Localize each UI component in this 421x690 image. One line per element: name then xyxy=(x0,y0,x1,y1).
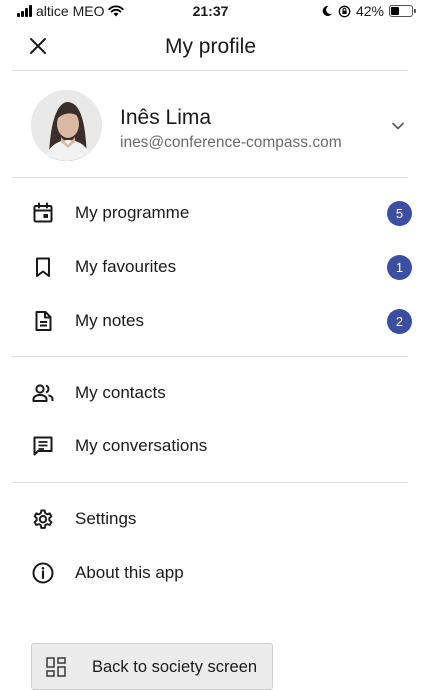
calendar-icon xyxy=(33,202,53,223)
profile-name: Inês Lima xyxy=(120,106,212,129)
divider xyxy=(12,482,408,483)
menu-item-my-conversations[interactable]: My conversations xyxy=(0,426,421,466)
menu-item-label: My notes xyxy=(75,311,144,330)
note-icon xyxy=(35,311,52,331)
menu-item-label: About this app xyxy=(75,563,184,582)
dashboard-icon xyxy=(46,657,66,677)
menu-item-my-notes[interactable]: My notes 2 xyxy=(0,301,421,341)
status-right: 42% xyxy=(321,3,416,19)
menu-item-label: Settings xyxy=(75,509,137,528)
back-button-label: Back to society screen xyxy=(92,658,258,676)
menu-item-about[interactable]: About this app xyxy=(0,553,421,593)
avatar xyxy=(31,90,102,161)
count-badge: 5 xyxy=(387,201,412,226)
divider xyxy=(12,70,408,71)
page-title: My profile xyxy=(164,35,257,58)
bookmark-icon xyxy=(36,257,50,277)
contacts-icon xyxy=(32,384,54,402)
profile-card[interactable]: Inês Lima ines@conference-compass.com xyxy=(0,90,421,162)
battery-fill xyxy=(391,7,400,15)
orientation-lock-icon xyxy=(338,5,351,17)
divider xyxy=(12,177,408,178)
count-badge: 2 xyxy=(387,309,412,334)
menu-item-settings[interactable]: Settings xyxy=(0,499,421,539)
menu-item-my-programme[interactable]: My programme 5 xyxy=(0,193,421,233)
battery-percent: 42% xyxy=(355,3,384,19)
chat-icon xyxy=(33,436,53,456)
count-badge: 1 xyxy=(387,255,412,280)
header: My profile xyxy=(0,24,421,70)
menu-item-my-contacts[interactable]: My contacts xyxy=(0,373,421,413)
menu-item-label: My programme xyxy=(75,203,190,222)
menu-item-my-favourites[interactable]: My favourites 1 xyxy=(0,247,421,287)
gear-icon xyxy=(33,509,53,529)
profile-email: ines@conference-compass.com xyxy=(120,134,342,151)
chevron-down-icon[interactable] xyxy=(390,118,406,134)
menu-item-label: My favourites xyxy=(75,257,177,276)
menu-item-label: My conversations xyxy=(75,436,208,455)
moon-icon xyxy=(322,5,332,16)
avatar-image xyxy=(31,90,102,161)
back-to-society-button[interactable]: Back to society screen xyxy=(31,643,273,690)
menu-item-label: My contacts xyxy=(75,383,166,402)
battery-icon xyxy=(389,5,416,17)
divider xyxy=(12,356,408,357)
status-bar: altice MEO 21:37 42% xyxy=(0,0,421,22)
info-icon xyxy=(32,562,54,584)
